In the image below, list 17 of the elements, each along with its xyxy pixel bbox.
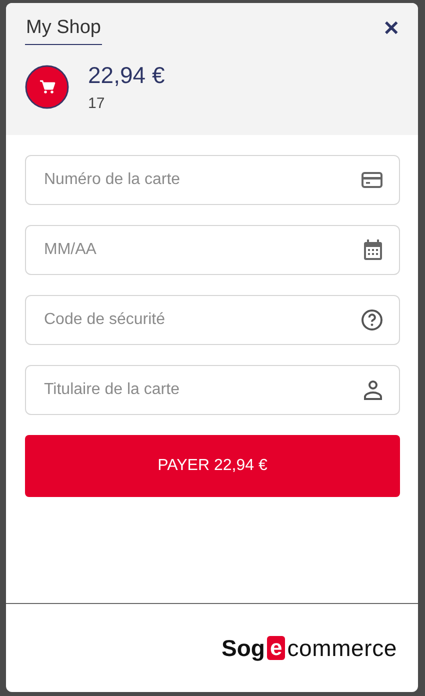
shop-title: My Shop	[25, 15, 102, 45]
calendar-icon	[363, 239, 383, 261]
logo-text: commerce	[287, 634, 397, 662]
logo-mark: e	[266, 636, 286, 660]
input-field[interactable]: Code de sécurité	[25, 295, 400, 345]
input-field[interactable]: MM/AA	[25, 225, 400, 275]
order-amount: 22,94 €	[88, 62, 165, 89]
close-button[interactable]: ✕	[383, 19, 400, 39]
help-icon	[361, 309, 383, 331]
credit-card-icon	[361, 171, 383, 189]
order-reference: 17	[88, 95, 106, 112]
input-field[interactable]: Titulaire de la carte	[25, 365, 400, 415]
pay-button[interactable]: PAYER 22,94 €	[25, 435, 400, 497]
logo-text: Sog	[222, 634, 265, 662]
person-icon	[363, 380, 383, 400]
input-field[interactable]: Numéro de la carte	[25, 155, 400, 205]
cart-icon	[25, 65, 69, 109]
